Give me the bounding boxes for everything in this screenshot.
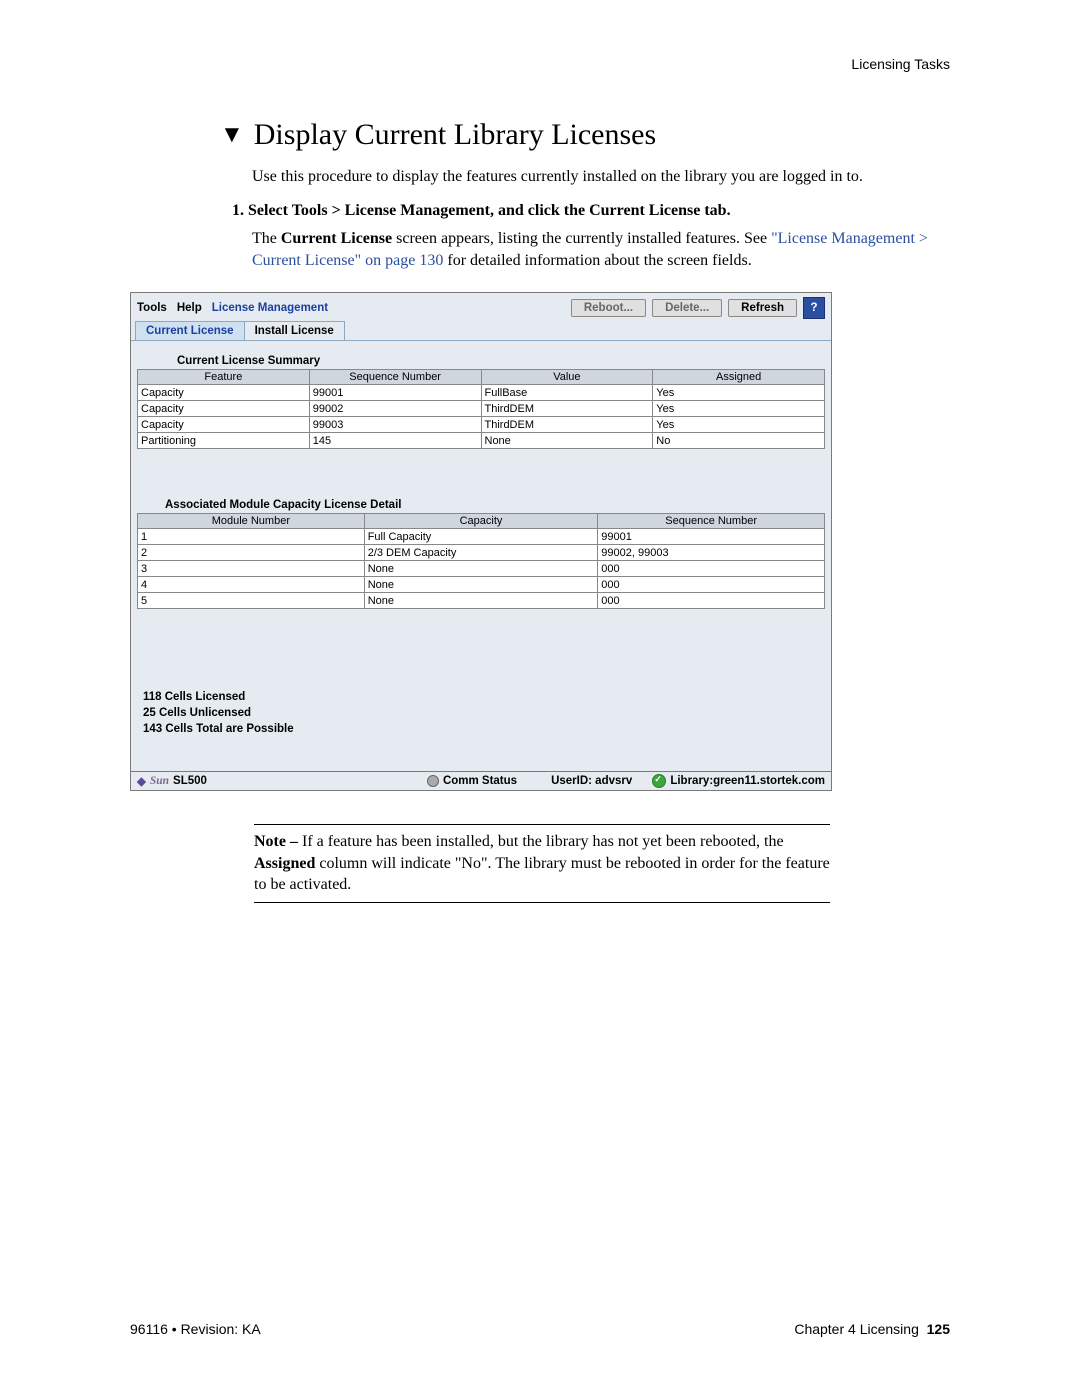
col-assigned: Assigned	[653, 370, 825, 385]
col-module: Module Number	[138, 514, 365, 529]
col-value: Value	[481, 370, 653, 385]
page-title: ▼ Display Current Library Licenses	[220, 118, 950, 152]
menu-help[interactable]: Help	[177, 302, 202, 314]
menu-bar: Tools Help License Management Reboot... …	[131, 293, 831, 321]
app-screenshot: Tools Help License Management Reboot... …	[130, 292, 832, 791]
table-row: Capacity99003ThirdDEMYes	[138, 417, 825, 433]
status-bar: ◆Sun SL500 Comm Status UserID: advsrv Li…	[131, 771, 831, 790]
table-row: Partitioning145NoneNo	[138, 433, 825, 449]
summary-title: Current License Summary	[137, 351, 825, 369]
step-1: 1. Select Tools > License Management, an…	[232, 202, 950, 220]
detail-table: Module Number Capacity Sequence Number 1…	[137, 513, 825, 609]
table-row: 1Full Capacity99001	[138, 529, 825, 545]
comm-status: Comm Status	[427, 775, 517, 787]
cells-licensed: 118 Cells Licensed	[143, 689, 825, 705]
table-row: Capacity99002ThirdDEMYes	[138, 401, 825, 417]
col-capacity: Capacity	[364, 514, 598, 529]
reboot-button[interactable]: Reboot...	[571, 299, 646, 317]
help-icon[interactable]: ?	[803, 297, 825, 319]
table-row: 3None000	[138, 561, 825, 577]
status-dot-icon	[427, 775, 439, 787]
menu-license-management[interactable]: License Management	[212, 302, 328, 314]
summary-table: Feature Sequence Number Value Assigned C…	[137, 369, 825, 449]
model-label: ◆Sun SL500	[137, 774, 207, 788]
intro-text: Use this procedure to display the featur…	[252, 166, 950, 188]
page: Licensing Tasks ▼ Display Current Library…	[0, 0, 1080, 1397]
step-description: The Current License screen appears, list…	[252, 228, 950, 273]
user-id: UserID: advsrv	[551, 775, 632, 787]
hr	[254, 824, 830, 825]
delete-button[interactable]: Delete...	[652, 299, 722, 317]
triangle-down-icon: ▼	[220, 122, 244, 149]
col-seq: Sequence Number	[309, 370, 481, 385]
table-row: 22/3 DEM Capacity99002, 99003	[138, 545, 825, 561]
screenshot-body: Current License Summary Feature Sequence…	[131, 341, 831, 771]
refresh-button[interactable]: Refresh	[728, 299, 797, 317]
title-text: Display Current Library Licenses	[254, 118, 656, 151]
note-block: Note – If a feature has been installed, …	[254, 818, 830, 909]
table-row: Feature Sequence Number Value Assigned	[138, 370, 825, 385]
hr	[254, 902, 830, 903]
detail-title: Associated Module Capacity License Detai…	[137, 495, 825, 513]
sun-logo-icon: ◆	[137, 774, 146, 788]
table-row: 5None000	[138, 593, 825, 609]
tab-install-license[interactable]: Install License	[244, 321, 345, 340]
page-footer: 96116 • Revision: KA Chapter 4 Licensing…	[130, 1321, 950, 1337]
table-row: Capacity99001FullBaseYes	[138, 385, 825, 401]
tab-row: Current License Install License	[131, 321, 831, 341]
table-row: Module Number Capacity Sequence Number	[138, 514, 825, 529]
section-header: Licensing Tasks	[851, 56, 950, 72]
footer-right: Chapter 4 Licensing 125	[794, 1321, 950, 1337]
library-status: Library:green11.stortek.com	[652, 774, 825, 788]
tab-current-license[interactable]: Current License	[135, 321, 245, 340]
cells-summary: 118 Cells Licensed 25 Cells Unlicensed 1…	[137, 609, 825, 767]
col-feature: Feature	[138, 370, 310, 385]
cells-total: 143 Cells Total are Possible	[143, 721, 825, 737]
note-text: Note – If a feature has been installed, …	[254, 831, 830, 896]
col-seq: Sequence Number	[598, 514, 825, 529]
footer-left: 96116 • Revision: KA	[130, 1321, 261, 1337]
menu-tools[interactable]: Tools	[137, 302, 167, 314]
cells-unlicensed: 25 Cells Unlicensed	[143, 705, 825, 721]
content-block: ▼ Display Current Library Licenses Use th…	[220, 118, 950, 272]
table-row: 4None000	[138, 577, 825, 593]
status-ok-icon	[652, 774, 666, 788]
